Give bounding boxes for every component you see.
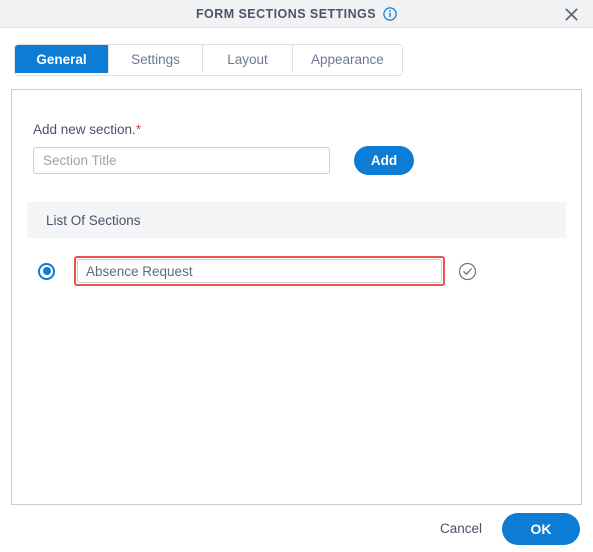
section-title-input[interactable] bbox=[33, 147, 330, 174]
info-circle-icon[interactable] bbox=[383, 6, 397, 21]
tab-appearance[interactable]: Appearance bbox=[293, 45, 402, 73]
cancel-button[interactable]: Cancel bbox=[430, 515, 492, 542]
close-icon[interactable] bbox=[557, 0, 585, 28]
add-section-row: Add bbox=[33, 146, 581, 175]
ok-button[interactable]: OK bbox=[502, 512, 580, 545]
tab-layout[interactable]: Layout bbox=[203, 45, 293, 73]
dialog-footer: Cancel OK bbox=[0, 505, 593, 552]
general-tab-panel: Add new section.* Add List Of Sections bbox=[11, 89, 582, 505]
add-new-section-label: Add new section.* bbox=[33, 122, 581, 137]
tab-general[interactable]: General bbox=[15, 45, 109, 73]
section-list-item bbox=[27, 256, 581, 286]
section-selected-radio[interactable] bbox=[38, 262, 55, 280]
tab-group: General Settings Layout Appearance bbox=[14, 44, 403, 76]
tab-settings[interactable]: Settings bbox=[109, 45, 203, 73]
list-of-sections-header: List Of Sections bbox=[27, 202, 566, 238]
dialog-titlebar: FORM SECTIONS SETTINGS bbox=[0, 0, 593, 28]
radio-dot bbox=[42, 267, 51, 275]
check-circle-icon[interactable] bbox=[458, 262, 477, 281]
dialog-title: FORM SECTIONS SETTINGS bbox=[195, 6, 377, 21]
add-button[interactable]: Add bbox=[354, 146, 414, 175]
tab-bar: General Settings Layout Appearance bbox=[0, 28, 593, 76]
section-name-input[interactable] bbox=[77, 259, 442, 283]
section-name-error-wrapper bbox=[74, 256, 445, 286]
add-new-section-label-text: Add new section. bbox=[33, 122, 136, 137]
required-asterisk: * bbox=[135, 122, 142, 137]
